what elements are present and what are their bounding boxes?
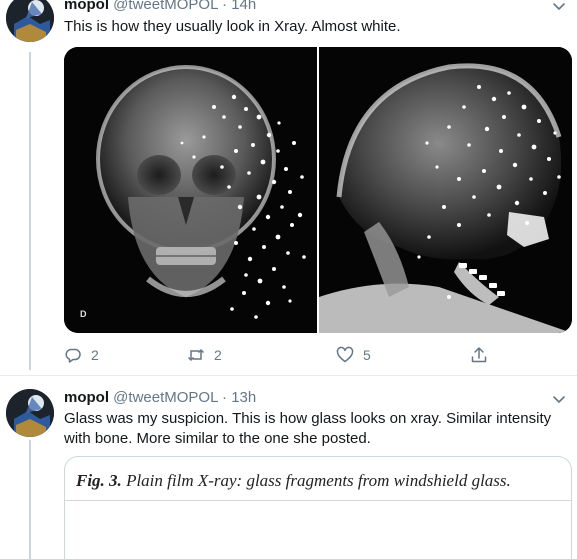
tweet-1[interactable]: mopol @tweetMOPOL · 14h This is how they… [0,0,577,375]
share-button[interactable] [470,346,488,364]
share-icon [471,347,487,363]
display-name[interactable]: mopol [64,0,109,13]
xray-marker-label: D [80,309,87,319]
media-card[interactable]: Fig. 3. Plain film X-ray: glass fragment… [64,456,572,559]
display-name[interactable]: mopol [64,389,109,406]
like-count: 5 [363,347,371,363]
reply-count: 2 [91,347,99,363]
reply-icon [65,348,81,363]
xray-frontal-image[interactable]: D [64,47,317,333]
chevron-down-icon[interactable] [551,391,567,407]
tweet-text: Glass was my suspicion. This is how glas… [64,410,552,447]
chevron-down-icon[interactable] [551,0,567,14]
card-figure-title: Plain film X-ray: glass fragments from w… [126,471,511,490]
timestamp[interactable]: 14h [231,0,256,13]
retweet-count: 2 [214,347,222,363]
tweet-2[interactable]: mopol @tweetMOPOL · 13h Glass was my sus… [0,376,577,559]
header-separator: · [222,389,228,406]
skull-lateral-xray-image [319,47,572,333]
media-grid[interactable]: D [64,47,572,333]
user-handle[interactable]: @tweetMOPOL [113,389,218,406]
avatar-image-icon [6,0,54,42]
tweet-actions: 2 2 5 [64,346,504,366]
tweet-header: mopol @tweetMOPOL · 13h [64,389,256,407]
timestamp[interactable]: 13h [231,389,256,406]
user-handle[interactable]: @tweetMOPOL [113,0,218,13]
skull-frontal-xray-image: D [64,47,317,333]
header-separator: · [222,0,228,13]
card-title: Fig. 3. Plain film X-ray: glass fragment… [65,457,571,501]
retweet-icon [187,348,205,362]
avatar-image-icon [6,389,54,437]
xray-lateral-image[interactable] [319,47,572,333]
reply-button[interactable]: 2 [64,346,99,364]
avatar[interactable] [6,389,54,437]
retweet-button[interactable]: 2 [187,346,222,364]
like-button[interactable]: 5 [336,346,371,364]
card-figure-label: Fig. 3. [76,471,122,490]
tweet-text: This is how they usually look in Xray. A… [64,18,401,35]
avatar[interactable] [6,0,54,42]
tweet-header: mopol @tweetMOPOL · 14h [64,0,256,14]
heart-icon [336,346,354,363]
